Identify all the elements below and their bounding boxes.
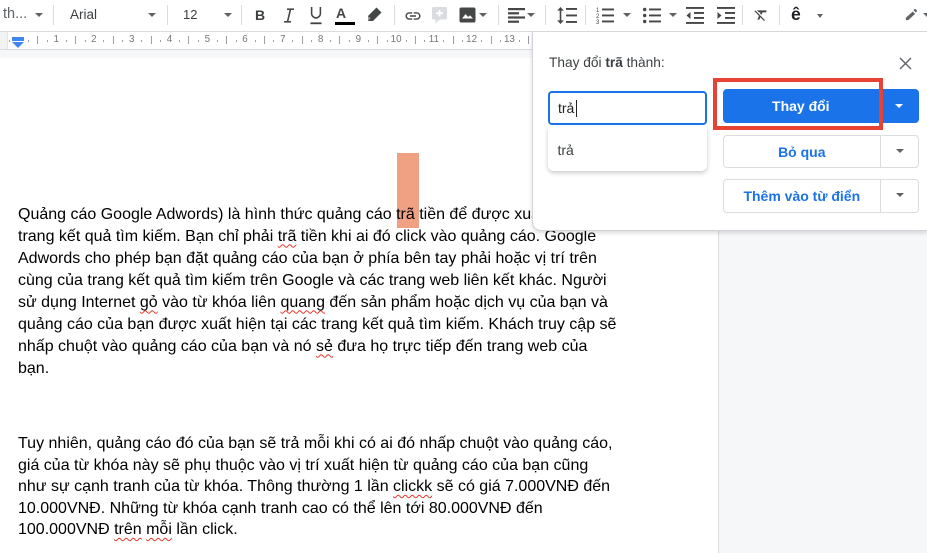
svg-text:3: 3 xyxy=(596,20,600,24)
